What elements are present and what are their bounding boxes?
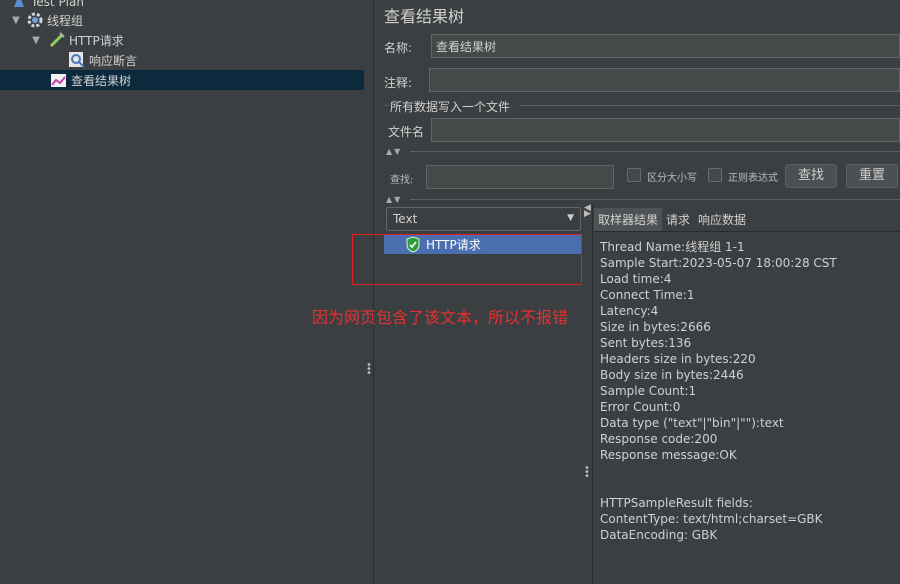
left-splitter[interactable]: • • •: [364, 0, 374, 584]
name-field[interactable]: [431, 34, 900, 58]
name-label: 名称:: [384, 41, 413, 55]
result-line: Thread Name:线程组 1-1: [600, 240, 745, 254]
tab-sampler-result[interactable]: 取样器结果: [594, 208, 663, 232]
view-results-tree-panel: 查看结果树 名称: 注释: 所有数据写入一个文件 文件名 ▲▼ 查找: 区分大小…: [374, 0, 900, 584]
search-input[interactable]: [426, 165, 614, 189]
result-line: Headers size in bytes:220: [600, 352, 756, 366]
filename-field[interactable]: [431, 118, 900, 142]
tree-item-view-results-tree[interactable]: 查看结果树: [0, 70, 364, 90]
tree-item-label: 线程组: [47, 13, 84, 28]
tree-item-label: 响应断言: [89, 53, 138, 68]
reset-button[interactable]: 重置: [846, 164, 898, 188]
result-line: Load time:4: [600, 272, 672, 286]
chevron-down-icon[interactable]: ▼: [10, 15, 22, 26]
regex-label: 正则表达式: [728, 173, 778, 184]
divider: [410, 199, 900, 200]
gear-icon: [26, 11, 44, 29]
group-border: [519, 105, 900, 106]
result-tabs: 取样器结果 请求 响应数据: [594, 208, 750, 232]
sampler-result-text[interactable]: Thread Name:线程组 1-1 Sample Start:2023-05-…: [600, 239, 837, 543]
tab-request[interactable]: 请求: [662, 208, 694, 232]
chart-icon: [50, 71, 68, 89]
result-line: Sent bytes:136: [600, 336, 692, 350]
tree-item-thread-group[interactable]: ▼ 线程组: [0, 10, 364, 30]
annotation-box: [352, 234, 582, 285]
tree-item-http-request[interactable]: ▼ HTTP请求: [0, 30, 364, 50]
result-line: Connect Time:1: [600, 288, 695, 302]
middle-splitter[interactable]: ◀ ▶ • • •: [582, 204, 593, 584]
case-sensitive-label: 区分大小写: [647, 173, 697, 184]
filename-label: 文件名: [388, 125, 425, 139]
result-line: HTTPSampleResult fields:: [600, 496, 753, 510]
result-line: DataEncoding: GBK: [600, 528, 718, 542]
annotation-text: 因为网页包含了该文本，所以不报错: [312, 308, 569, 327]
page-title: 查看结果树: [384, 7, 465, 26]
renderer-select[interactable]: Text ▼: [386, 207, 581, 231]
comment-field[interactable]: [429, 68, 900, 92]
result-line: Response code:200: [600, 432, 718, 446]
splitter-grip-icon[interactable]: • • •: [366, 361, 372, 379]
tree-item-label: HTTP请求: [69, 33, 124, 48]
file-group-label: 所有数据写入一个文件: [390, 100, 511, 114]
tree-item-label: Test Plan: [31, 0, 84, 9]
renderer-select-value: Text: [393, 212, 418, 226]
divider: [410, 151, 900, 152]
result-line: [600, 479, 837, 495]
result-line: Body size in bytes:2446: [600, 368, 744, 382]
find-button[interactable]: 查找: [785, 164, 837, 188]
result-line: Error Count:0: [600, 400, 681, 414]
case-sensitive-checkbox[interactable]: [627, 168, 641, 182]
tree-item-label: 查看结果树: [71, 73, 132, 88]
result-line: Response message:OK: [600, 448, 737, 462]
result-line: Size in bytes:2666: [600, 320, 711, 334]
result-line: Sample Start:2023-05-07 18:00:28 CST: [600, 256, 837, 270]
chevron-down-icon[interactable]: ▼: [30, 35, 42, 46]
comment-label: 注释:: [384, 76, 413, 90]
collapse-toggle-icon[interactable]: ▲▼: [386, 195, 402, 204]
splitter-grip-icon[interactable]: • • •: [584, 464, 590, 482]
collapse-toggle-icon[interactable]: ▲▼: [386, 147, 402, 156]
expand-arrows-icon[interactable]: ◀ ▶: [584, 204, 591, 219]
test-plan-tree: Test Plan ▼ 线程组 ▼ HTTP请求 响应断言 查看结果树: [0, 0, 364, 584]
tab-response-data[interactable]: 响应数据: [694, 208, 750, 232]
result-line: Latency:4: [600, 304, 659, 318]
tab-divider: [594, 231, 900, 232]
result-line: Sample Count:1: [600, 384, 697, 398]
result-line: [600, 463, 837, 479]
group-border: [384, 105, 389, 106]
regex-checkbox[interactable]: [708, 168, 722, 182]
tree-item-response-assertion[interactable]: 响应断言: [0, 50, 364, 70]
chevron-down-icon: ▼: [567, 213, 574, 223]
result-line: Data type ("text"|"bin"|""):text: [600, 416, 784, 430]
result-line: ContentType: text/html;charset=GBK: [600, 512, 823, 526]
pipette-icon: [48, 31, 66, 49]
search-label: 查找:: [390, 175, 414, 186]
magnifier-icon: [68, 51, 86, 69]
